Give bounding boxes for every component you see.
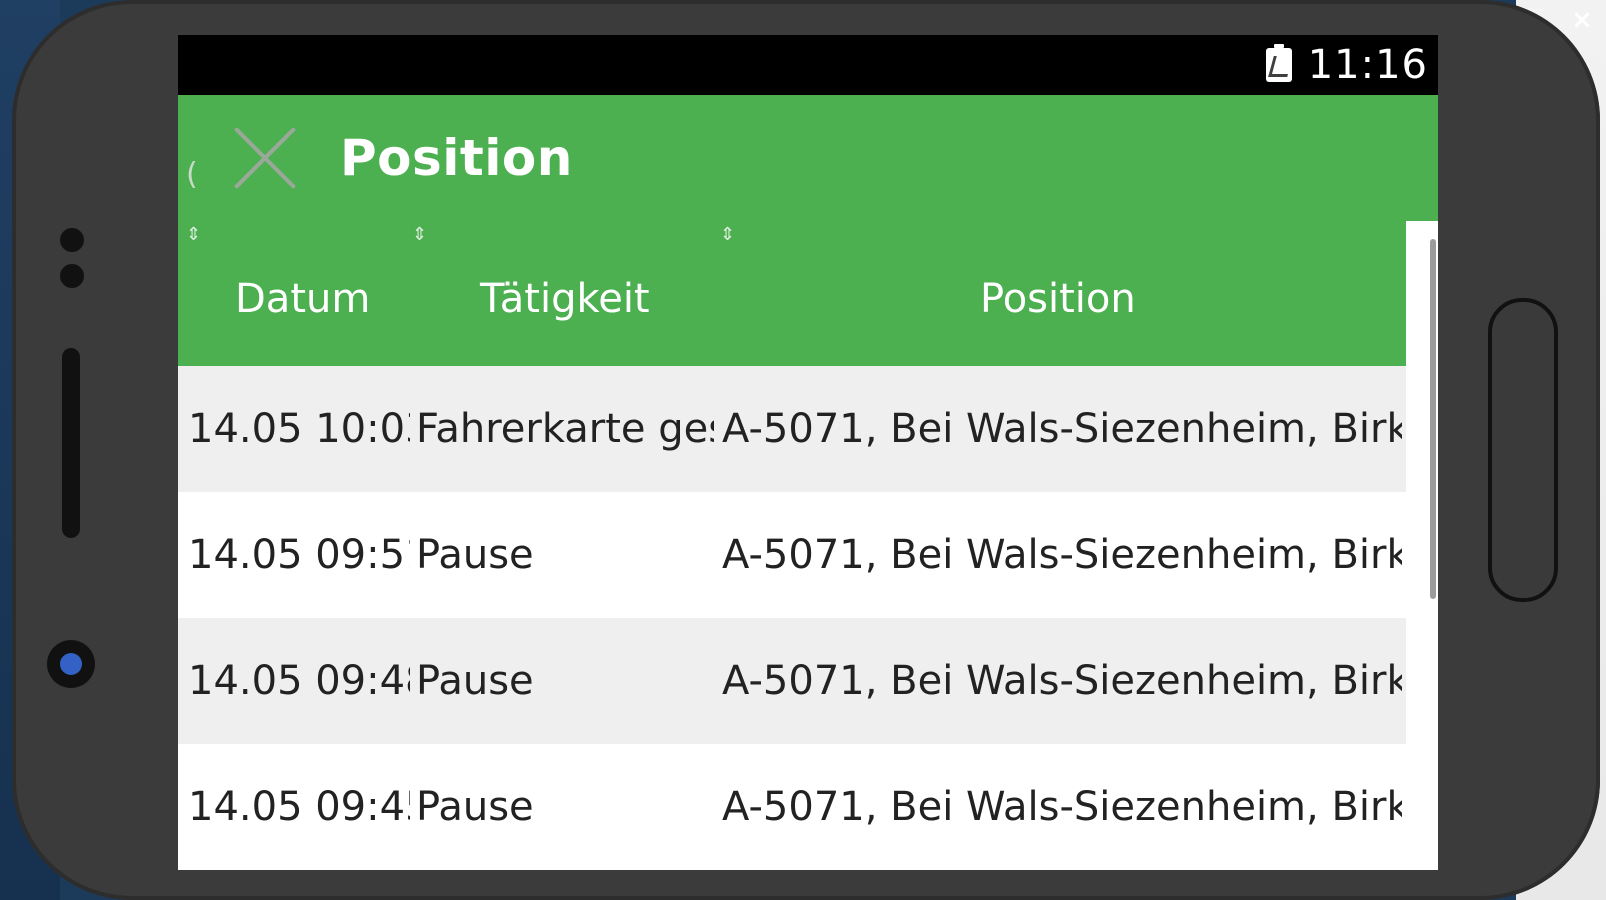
table-row[interactable]: 14.05 09:45 Pause A-5071, Bei Wals-Sieze… [178,744,1406,870]
speaker-dot-icon [60,228,84,252]
date-cell: 14.05 09:48 [188,658,410,704]
activity-cell: Fahrerkarte ges [416,406,714,452]
date-cell: 14.05 10:03 [188,406,410,452]
table-row[interactable]: 14.05 10:03 Fahrerkarte ges A-5071, Bei … [178,366,1406,492]
sort-icon[interactable]: ⇕ [412,226,427,244]
camera-icon [47,640,95,688]
volume-slot-icon [62,348,80,538]
speaker-dot-icon [60,264,84,288]
position-cell: A-5071, Bei Wals-Siezenheim, Birkenw [722,532,1402,578]
device-frame: 11:16 ( Position ⇕ ⇕ ⇕ Datum Tätigkeit P… [12,0,1600,900]
date-cell: 14.05 09:45 [188,784,410,830]
table-row[interactable]: 14.05 09:51 Pause A-5071, Bei Wals-Sieze… [178,492,1406,618]
scrollbar-thumb[interactable] [1430,239,1436,599]
table-header: ⇕ ⇕ ⇕ Datum Tätigkeit Position [178,221,1406,366]
device-screen: 11:16 ( Position ⇕ ⇕ ⇕ Datum Tätigkeit P… [178,35,1438,870]
home-button[interactable] [1488,298,1558,602]
position-cell: A-5071, Bei Wals-Siezenheim, Birkenw [722,658,1402,704]
activity-cell: Pause [416,784,534,830]
column-header-position[interactable]: Position [980,276,1136,322]
position-cell: A-5071, Bei Wals-Siezenheim, Birkenw [722,406,1402,452]
close-icon[interactable] [228,121,302,195]
activity-cell: Pause [416,532,534,578]
table-row[interactable]: 14.05 09:48 Pause A-5071, Bei Wals-Sieze… [178,618,1406,744]
sort-icon[interactable]: ⇕ [720,226,735,244]
column-header-datum[interactable]: Datum [235,276,370,322]
window-close-icon[interactable]: × [1560,6,1604,34]
position-cell: A-5071, Bei Wals-Siezenheim, Birkenw [722,784,1402,830]
activity-cell: Pause [416,658,534,704]
chevron-left-icon: ( [186,157,198,192]
column-header-taetigkeit[interactable]: Tätigkeit [480,276,650,322]
app-bar: ( Position [178,95,1438,221]
sort-icon[interactable]: ⇕ [186,226,201,244]
status-time: 11:16 [1307,42,1428,88]
device-left-detail [47,220,97,720]
page-title: Position [340,129,573,187]
vertical-scrollbar[interactable] [1428,221,1438,870]
date-cell: 14.05 09:51 [188,532,410,578]
battery-icon [1265,44,1292,82]
table-rows: 14.05 10:03 Fahrerkarte ges A-5071, Bei … [178,366,1406,870]
position-table: ⇕ ⇕ ⇕ Datum Tätigkeit Position 14.05 10:… [178,221,1438,870]
status-bar: 11:16 [178,35,1438,95]
